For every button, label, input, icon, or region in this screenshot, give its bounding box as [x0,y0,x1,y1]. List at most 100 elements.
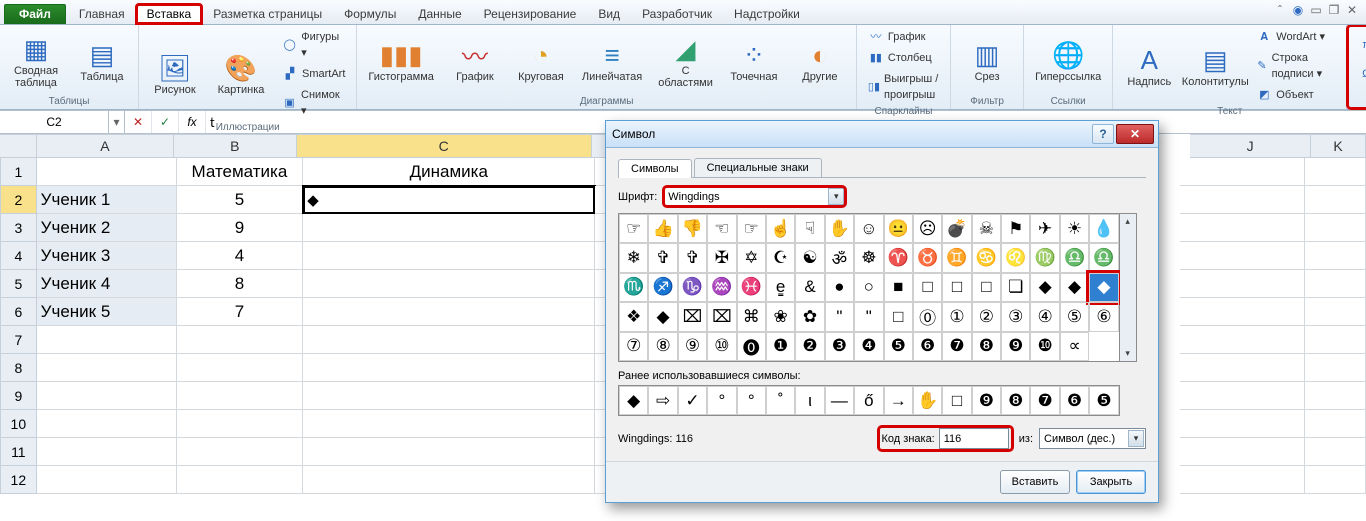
row-header[interactable]: 12 [0,466,37,494]
signature-button[interactable]: ✎Строка подписи ▾ [1251,48,1340,84]
symbol-cell[interactable]: ❾ [1001,332,1030,361]
cell[interactable] [303,326,595,354]
row-header[interactable]: 8 [0,354,37,382]
symbol-cell[interactable]: ☜ [707,214,736,243]
cell[interactable] [303,382,595,410]
cell[interactable] [177,354,304,382]
scroll-up-icon[interactable]: ▴ [1120,214,1136,229]
symbol-cell[interactable]: ☀ [1060,214,1089,243]
symbol-cell[interactable]: ☹ [913,214,942,243]
restore-icon[interactable]: ❐ [1326,3,1342,17]
code-input[interactable]: 116 [939,428,1009,449]
symbol-cell[interactable]: ◆ [1030,273,1059,302]
symbol-cell[interactable]: ❖ [619,302,648,331]
symbol-cell[interactable]: ♎ [1089,243,1118,272]
symbol-cell[interactable]: ∝ [1060,332,1089,361]
cell[interactable] [37,326,177,354]
line-chart-button[interactable]: 〰График [445,36,505,86]
cell[interactable] [1305,214,1366,242]
spark-column-button[interactable]: ▮▮Столбец [863,48,944,68]
symbol-cell[interactable]: ❷ [795,332,824,361]
file-tab[interactable]: Файл [4,4,66,24]
close-button[interactable]: Закрыть [1076,470,1146,494]
insert-button[interactable]: Вставить [1000,470,1070,494]
symbol-cell[interactable]: ❄ [619,243,648,272]
cell[interactable] [1305,158,1366,186]
spark-line-button[interactable]: 〰График [863,27,944,47]
symbol-cell[interactable]: □ [972,273,1001,302]
symbol-cell[interactable]: ⑦ [619,332,648,361]
cell[interactable] [177,326,304,354]
symbol-cell[interactable]: ♈ [884,243,913,272]
col-header-B[interactable]: B [174,134,297,158]
cell[interactable] [1305,186,1366,214]
symbol-cell[interactable]: ⌧ [678,302,707,331]
cell[interactable]: Ученик 2 [37,214,177,242]
symbol-cell[interactable]: ✡ [737,243,766,272]
symbol-cell[interactable]: ❶ [766,332,795,361]
cell[interactable]: Ученик 1 [37,186,177,214]
symbol-cell[interactable]: ☞ [737,214,766,243]
symbol-cell[interactable]: ☸ [854,243,883,272]
symbol-button[interactable]: ΩСимвол [1353,64,1366,84]
symbol-cell[interactable]: ⚑ [1001,214,1030,243]
symbol-cell[interactable]: ♍ [1030,243,1059,272]
cell[interactable]: Динамика [303,158,595,186]
symbol-cell[interactable]: ☝ [766,214,795,243]
dialog-help-icon[interactable]: ? [1092,124,1114,144]
smartart-button[interactable]: ▞SmartArt [277,64,350,84]
cell[interactable] [303,466,595,494]
symbol-cell[interactable]: ❺ [884,332,913,361]
symbol-cell[interactable]: ♑ [678,273,707,302]
symbol-cell[interactable]: e̳ [766,273,795,302]
from-combo[interactable]: Символ (дес.) ▾ [1039,428,1146,449]
symbol-cell[interactable]: □ [884,302,913,331]
symbol-cell[interactable]: ☺ [854,214,883,243]
column-chart-button[interactable]: ▮▮▮Гистограмма [363,36,439,86]
symbol-cell[interactable]: ☞ [619,214,648,243]
cell[interactable] [1180,410,1305,438]
recent-symbol-cell[interactable]: ⇨ [648,386,677,415]
symbol-cell[interactable]: ⑥ [1089,302,1118,331]
tab-view[interactable]: Вид [587,4,631,24]
symbol-cell[interactable]: ⓿ [737,332,766,361]
object-button[interactable]: ◩Объект [1251,85,1340,105]
recent-symbol-cell[interactable]: ❼ [1030,386,1059,415]
symbol-scrollbar[interactable]: ▴ ▾ [1120,213,1137,362]
row-header[interactable]: 2 [0,186,37,214]
cell[interactable] [177,410,304,438]
recent-symbol-cell[interactable]: ❺ [1089,386,1118,415]
symbol-cell[interactable]: ☟ [795,214,824,243]
symbol-cell[interactable]: 💧 [1089,214,1118,243]
scatter-chart-button[interactable]: ⁘Точечная [724,36,784,86]
picture-button[interactable]: 🖼Рисунок [145,49,205,99]
row-header[interactable]: 1 [0,158,37,186]
symbol-cell[interactable]: ■ [884,273,913,302]
dropdown-icon[interactable]: ▾ [1128,430,1144,447]
symbol-cell[interactable]: ● [825,273,854,302]
recent-symbol-cell[interactable]: ❻ [1060,386,1089,415]
cell[interactable] [303,214,595,242]
font-combo[interactable]: Wingdings ▾ [663,186,846,207]
cell[interactable] [303,242,595,270]
symbol-cell[interactable]: ♊ [942,243,971,272]
recent-symbol-cell[interactable]: ι [795,386,824,415]
symbol-cell[interactable]: ③ [1001,302,1030,331]
cell[interactable] [37,410,177,438]
recent-symbol-cell[interactable]: ✋ [913,386,942,415]
cell[interactable] [1180,214,1305,242]
cell[interactable] [37,438,177,466]
symbol-cell[interactable]: 💣 [942,214,971,243]
symbol-cell[interactable]: ⌧ [707,302,736,331]
row-header[interactable]: 5 [0,270,37,298]
cell[interactable] [37,158,177,186]
symbol-cell[interactable]: ♎ [1060,243,1089,272]
pie-chart-button[interactable]: ◔Круговая [511,36,571,86]
help-icon[interactable]: ◉ [1290,3,1306,17]
tab-home[interactable]: Главная [68,4,136,24]
cell[interactable] [303,270,595,298]
shapes-button[interactable]: ◯Фигуры ▾ [277,27,350,63]
cell[interactable]: ◆ [303,186,595,214]
symbol-cell[interactable]: " [854,302,883,331]
scroll-down-icon[interactable]: ▾ [1120,346,1136,361]
